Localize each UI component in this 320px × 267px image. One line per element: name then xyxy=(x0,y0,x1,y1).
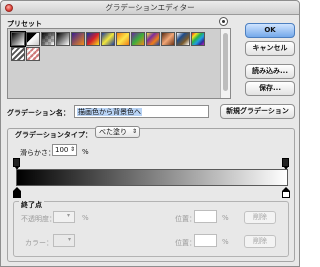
preset-swatch[interactable] xyxy=(116,32,130,46)
opacity-position-label: 位置： xyxy=(175,215,196,223)
preset-swatch[interactable] xyxy=(71,32,85,46)
opacity-stop-left[interactable] xyxy=(13,158,20,170)
preset-swatch[interactable] xyxy=(11,47,25,61)
presets-panel xyxy=(7,28,231,99)
presets-swatch-grid xyxy=(10,31,211,61)
gradient-name-value: 描画色から背景色へ xyxy=(77,108,142,116)
preset-swatch[interactable] xyxy=(176,32,190,46)
opacity-position-input[interactable] xyxy=(194,210,217,223)
gradient-name-input[interactable]: 描画色から背景色へ xyxy=(74,105,209,118)
color-stop-left-swatch xyxy=(13,191,21,198)
stops-group xyxy=(13,201,289,257)
smoothness-unit: % xyxy=(82,148,89,156)
cancel-button[interactable]: キャンセル xyxy=(245,41,295,56)
color-position-input[interactable] xyxy=(194,234,217,247)
preset-swatch[interactable] xyxy=(131,32,145,46)
opacity-stop-right[interactable] xyxy=(282,158,289,170)
preset-swatch[interactable] xyxy=(191,32,205,46)
gradient-name-label: グラデーション名： xyxy=(7,109,70,117)
smoothness-select[interactable]: 100 ⇕ xyxy=(52,144,77,156)
gradient-type-select[interactable]: べた塗り ⇕ xyxy=(95,126,140,138)
color-position-unit: % xyxy=(222,238,229,246)
ok-button[interactable]: OK xyxy=(245,23,295,38)
color-label: カラー： xyxy=(25,239,53,247)
select-arrows-icon: ⇕ xyxy=(131,128,137,135)
preset-swatch[interactable] xyxy=(161,32,175,46)
stops-title: 終了点 xyxy=(19,200,44,210)
preset-swatch[interactable] xyxy=(146,32,160,46)
chevron-down-icon: ▾ xyxy=(68,236,72,243)
opacity-unit: % xyxy=(82,214,89,222)
close-window-icon[interactable] xyxy=(5,4,13,12)
save-button[interactable]: 保存... xyxy=(245,81,295,96)
opacity-input[interactable] xyxy=(53,211,75,223)
color-stop-left[interactable] xyxy=(13,187,21,198)
chevron-down-icon: ▾ xyxy=(67,212,71,219)
color-stop-right-swatch xyxy=(282,191,290,198)
gradient-type-label: グラデーションタイプ： xyxy=(13,130,94,140)
presets-menu-icon[interactable] xyxy=(219,17,228,26)
gradient-preview-bar[interactable] xyxy=(16,169,288,186)
preset-swatch[interactable] xyxy=(26,32,40,46)
smoothness-value: 100 xyxy=(55,146,69,154)
preset-swatch[interactable] xyxy=(41,32,55,46)
color-position-label: 位置： xyxy=(175,239,196,247)
delete-opacity-stop-button[interactable]: 削除 xyxy=(244,211,276,224)
preset-swatch[interactable] xyxy=(26,47,40,61)
opacity-position-unit: % xyxy=(222,214,229,222)
window-title: グラデーションエディター xyxy=(105,3,195,12)
gradient-type-value: べた塗り xyxy=(99,128,127,136)
new-gradient-button[interactable]: 新規グラデーション xyxy=(220,104,295,119)
preset-swatch[interactable] xyxy=(56,32,70,46)
scrollbar-thumb[interactable] xyxy=(223,33,228,91)
load-button[interactable]: 読み込み... xyxy=(245,64,295,79)
color-stop-right[interactable] xyxy=(282,187,290,198)
delete-color-stop-button[interactable]: 削除 xyxy=(244,235,276,248)
select-arrows-icon: ⇕ xyxy=(69,146,75,153)
preset-swatch[interactable] xyxy=(101,32,115,46)
smoothness-label: 滑らかさ： xyxy=(20,149,55,157)
preset-swatch[interactable] xyxy=(10,31,26,47)
gradient-editor-window: グラデーションエディター プリセット OK キャンセル 読み込み... 保存..… xyxy=(0,0,300,267)
color-swatch-input[interactable] xyxy=(53,234,75,247)
presets-scrollbar[interactable] xyxy=(220,29,230,98)
title-bar: グラデーションエディター xyxy=(1,1,299,15)
opacity-label: 不透明度： xyxy=(21,215,56,223)
preset-swatch[interactable] xyxy=(86,32,100,46)
